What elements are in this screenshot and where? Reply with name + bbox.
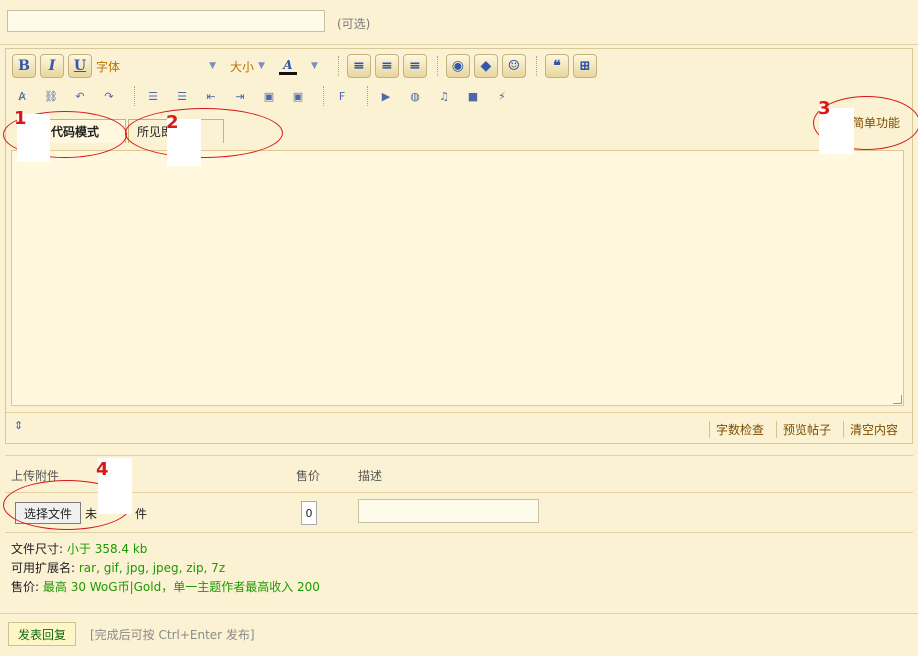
image-button[interactable]: ◆ bbox=[473, 54, 498, 78]
emoticon-button[interactable]: ☺ bbox=[501, 54, 526, 78]
toolbar-separator bbox=[337, 56, 341, 76]
outdent-icon[interactable]: ⇤ bbox=[201, 86, 221, 106]
info-value: rar, gif, jpg, jpeg, zip, 7z bbox=[78, 561, 226, 575]
bold-button[interactable]: B bbox=[12, 54, 36, 78]
submit-hint: [完成后可按 Ctrl+Enter 发布] bbox=[90, 628, 255, 642]
smiley-icon: ☺ bbox=[507, 58, 521, 74]
ordered-list-icon[interactable]: ☰ bbox=[143, 86, 163, 106]
size-select[interactable]: 大小 ▼ bbox=[230, 58, 265, 75]
align-right-button[interactable]: ≡ bbox=[402, 54, 427, 78]
link-button[interactable]: ◉ bbox=[445, 54, 470, 78]
free-icon[interactable]: F bbox=[332, 86, 352, 106]
image-icon: ◆ bbox=[480, 58, 492, 74]
code-button[interactable]: ⊞ bbox=[572, 54, 597, 78]
globe-icon: ◉ bbox=[451, 58, 464, 74]
word-count-button[interactable]: 字数检查 bbox=[708, 421, 770, 438]
toolbar-separator bbox=[367, 86, 370, 106]
underline-label: U bbox=[73, 58, 87, 74]
music-icon[interactable]: ♫ bbox=[434, 86, 454, 106]
size-select-label: 大小 bbox=[230, 59, 255, 74]
toolbar-separator bbox=[134, 86, 137, 106]
flash-icon[interactable]: ⚡ bbox=[492, 86, 512, 106]
window-icon[interactable]: ■ bbox=[463, 86, 483, 106]
chevron-down-icon: ▼ bbox=[258, 61, 265, 71]
chevron-down-icon: ▼ bbox=[209, 61, 216, 71]
underline-button[interactable]: U bbox=[68, 54, 92, 78]
clear-content-button[interactable]: 清空内容 bbox=[842, 421, 904, 438]
file-status-suffix: 件 bbox=[135, 507, 148, 521]
align-left-icon: ≡ bbox=[352, 58, 365, 74]
bold-label: B bbox=[18, 58, 30, 74]
toolbar-separator bbox=[436, 56, 440, 76]
quote-icon: ❝ bbox=[553, 58, 561, 74]
description-input[interactable] bbox=[358, 499, 539, 523]
editor-panel: B I U 字体 ▼ 大小 ▼ A ▼ ≡ ≡ ≡ ◉ ◆ ☺ ❝ ⊞ A̷ ⛓ ↶… bbox=[5, 48, 913, 444]
font-select[interactable]: 字体 ▼ bbox=[96, 58, 216, 75]
editor-footer-links: 字数检查 预览帖子 清空内容 bbox=[703, 421, 904, 438]
annotation-number: 4 bbox=[96, 459, 109, 480]
italic-button[interactable]: I bbox=[40, 54, 64, 78]
info-value: 小于 358.4 kb bbox=[66, 542, 148, 556]
optional-label: (可选) bbox=[337, 17, 371, 31]
description-header: 描述 bbox=[358, 469, 383, 483]
undo-icon[interactable]: ↶ bbox=[70, 86, 90, 106]
annotation-number: 2 bbox=[166, 112, 179, 133]
float-right-icon[interactable]: ▣ bbox=[288, 86, 308, 106]
font-color-icon[interactable]: A bbox=[278, 57, 297, 75]
toolbar-separator bbox=[535, 56, 539, 76]
align-right-icon: ≡ bbox=[408, 58, 421, 74]
post-reply-button[interactable]: 发表回复 bbox=[8, 622, 76, 646]
annotation-ellipse bbox=[125, 108, 283, 158]
unordered-list-icon[interactable]: ☰ bbox=[172, 86, 192, 106]
price-input[interactable]: 0 bbox=[301, 501, 317, 525]
submit-row: 发表回复 [完成后可按 Ctrl+Enter 发布] bbox=[0, 613, 918, 656]
attachments-section: 上传附件 售价 描述 选择文件 未件 0 文件尺寸: 小于 358.4 kb 可… bbox=[5, 455, 913, 612]
font-select-label: 字体 bbox=[96, 59, 121, 74]
font-color-dropdown[interactable]: ▼ bbox=[307, 61, 318, 71]
info-line: 文件尺寸: 小于 358.4 kb bbox=[11, 540, 320, 559]
info-line: 可用扩展名: rar, gif, jpg, jpeg, zip, 7z bbox=[11, 559, 320, 578]
chevron-down-icon: ▼ bbox=[310, 61, 318, 71]
price-header: 售价 bbox=[296, 469, 321, 483]
content-textarea[interactable] bbox=[11, 150, 904, 406]
italic-label: I bbox=[48, 58, 56, 74]
video-icon[interactable]: ▶ bbox=[376, 86, 396, 106]
toolbar-row-2: A̷ ⛓ ↶ ↷ ☰ ☰ ⇤ ⇥ ▣ ▣ F ▶ ◍ ♫ ■ ⚡ bbox=[12, 85, 521, 107]
redo-icon[interactable]: ↷ bbox=[99, 86, 119, 106]
preview-button[interactable]: 预览帖子 bbox=[775, 421, 837, 438]
info-label: 售价: bbox=[11, 580, 40, 594]
info-label: 可用扩展名: bbox=[11, 561, 76, 575]
info-line: 售价: 最高 30 WoG币|Gold，单一主题作者最高收入 200 bbox=[11, 578, 320, 597]
attachment-row: 选择文件 未件 0 bbox=[5, 494, 913, 533]
align-center-icon: ≡ bbox=[380, 58, 393, 74]
chain-link-icon[interactable]: ⛓ bbox=[41, 86, 61, 106]
align-left-button[interactable]: ≡ bbox=[346, 54, 371, 78]
info-value: 最高 30 WoG币|Gold，单一主题作者最高收入 200 bbox=[42, 580, 320, 594]
player-icon[interactable]: ◍ bbox=[405, 86, 425, 106]
binary-icon: ⊞ bbox=[578, 58, 591, 74]
toolbar-row-1: B I U 字体 ▼ 大小 ▼ A ▼ ≡ ≡ ≡ ◉ ◆ ☺ ❝ ⊞ bbox=[12, 53, 601, 79]
font-color-label: A bbox=[283, 57, 293, 72]
annotation-number: 1 bbox=[14, 108, 27, 129]
float-left-icon[interactable]: ▣ bbox=[259, 86, 279, 106]
indent-icon[interactable]: ⇥ bbox=[230, 86, 250, 106]
subject-bar: (可选) bbox=[0, 0, 918, 45]
attachments-header: 上传附件 售价 描述 bbox=[5, 464, 913, 493]
quote-button[interactable]: ❝ bbox=[544, 54, 569, 78]
resize-grip-icon[interactable] bbox=[893, 395, 902, 404]
toolbar-separator bbox=[323, 86, 326, 106]
expand-icon[interactable]: ⇕ bbox=[14, 419, 23, 432]
attachment-info: 文件尺寸: 小于 358.4 kb 可用扩展名: rar, gif, jpg, … bbox=[11, 540, 320, 597]
info-label: 文件尺寸: bbox=[11, 542, 64, 556]
remove-format-icon[interactable]: A̷ bbox=[12, 86, 32, 106]
annotation-number: 3 bbox=[818, 98, 831, 119]
subject-input[interactable] bbox=[7, 10, 325, 32]
align-center-button[interactable]: ≡ bbox=[374, 54, 399, 78]
editor-footer: ⇕ 字数检查 预览帖子 清空内容 bbox=[6, 412, 912, 445]
